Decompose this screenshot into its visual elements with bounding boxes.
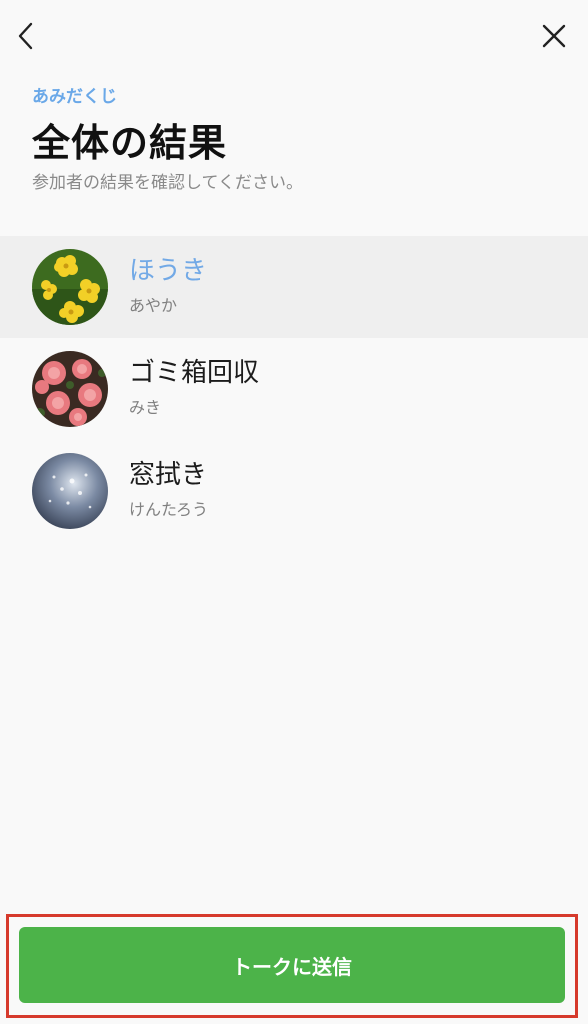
avatar <box>32 249 108 325</box>
page-description: 参加者の結果を確認してください。 <box>32 173 303 193</box>
page-title: 全体の結果 <box>32 121 228 165</box>
result-text: ほうき あやか <box>129 254 207 316</box>
app-label: あみだくじ <box>32 87 117 107</box>
participant-name: みき <box>129 398 162 417</box>
avatar <box>32 453 108 529</box>
chevron-left-icon <box>18 22 33 50</box>
result-row[interactable]: ゴミ箱回収 みき <box>0 338 588 440</box>
task-label: ほうき <box>129 256 208 286</box>
task-label: ゴミ箱回収 <box>129 358 260 388</box>
footer-highlight: トークに送信 <box>6 914 578 1018</box>
result-row[interactable]: 窓拭き けんたろう <box>0 440 588 542</box>
participant-name: あやか <box>129 296 178 315</box>
yellow-flowers-icon <box>32 249 108 325</box>
send-to-talk-button[interactable]: トークに送信 <box>19 927 565 1003</box>
avatar <box>32 351 108 427</box>
result-row[interactable]: ほうき あやか <box>0 236 588 338</box>
close-button[interactable] <box>536 18 572 54</box>
participant-name: けんたろう <box>129 500 209 519</box>
back-button[interactable] <box>8 18 44 54</box>
result-text: 窓拭き けんたろう <box>129 458 208 520</box>
top-bar <box>0 0 588 72</box>
result-text: ゴミ箱回収 みき <box>129 356 259 418</box>
close-icon <box>542 24 566 48</box>
pink-roses-icon <box>32 351 108 427</box>
results-list: ほうき あやか ゴミ箱回収 みき 窓拭き けんたろう <box>0 236 588 542</box>
task-label: 窓拭き <box>129 460 208 490</box>
water-droplets-icon <box>32 453 108 529</box>
